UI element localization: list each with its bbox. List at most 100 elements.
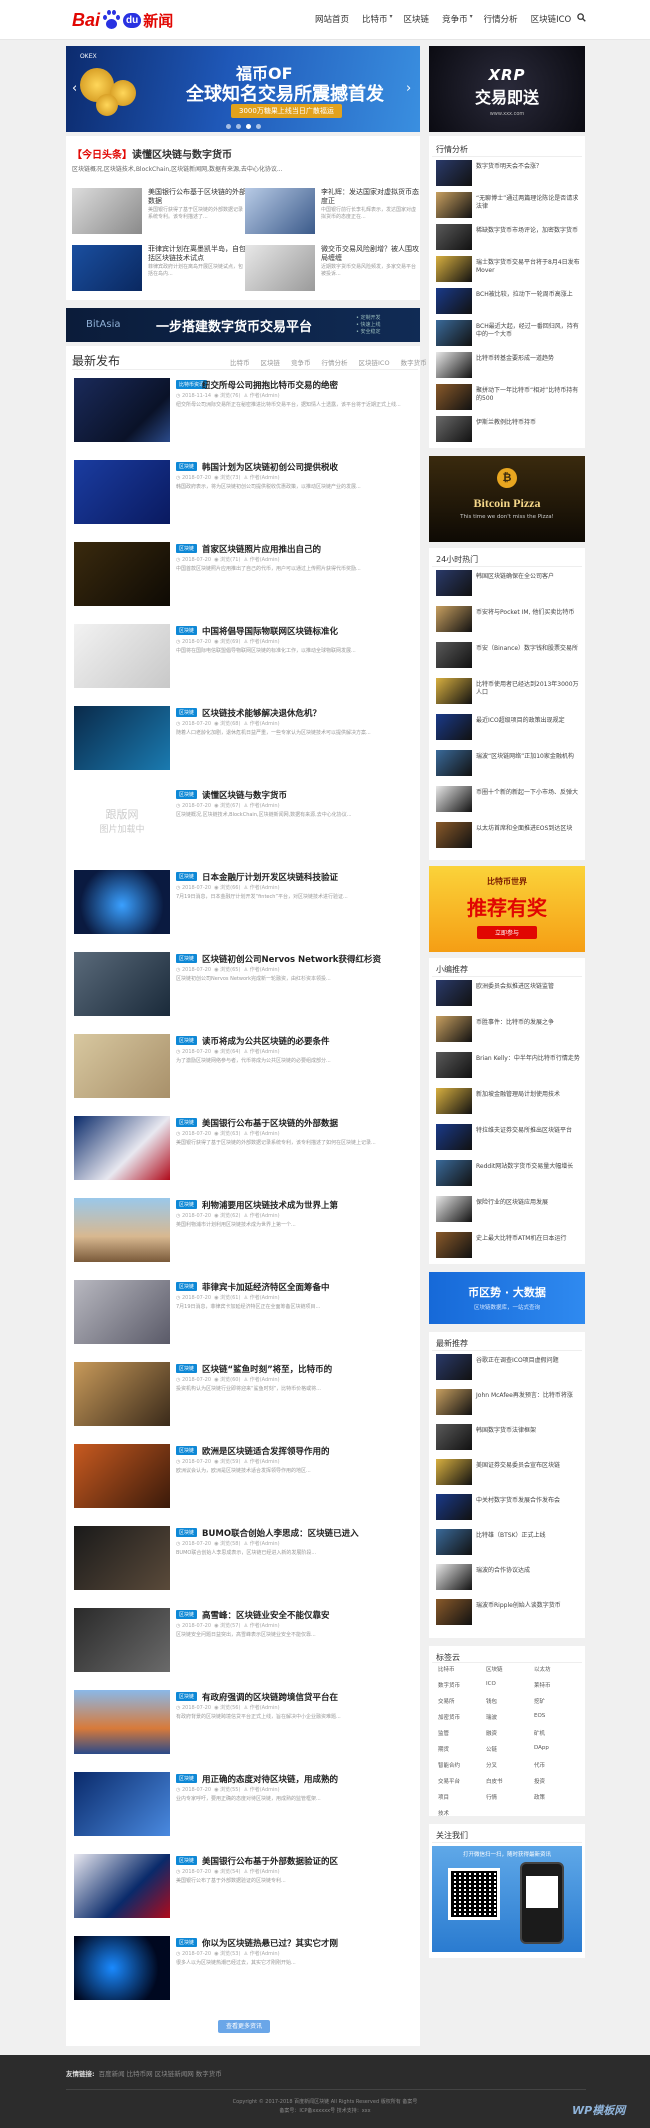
article-thumb[interactable] [74, 542, 170, 606]
article-title[interactable]: 读懂区块链与数字货币 [202, 789, 287, 801]
tag-link[interactable]: DApp [534, 1745, 549, 1751]
latest-tab[interactable]: 区块链ICO [359, 357, 390, 367]
tag-link[interactable]: 交易平台 [438, 1777, 460, 1785]
headline-title[interactable]: 【今日头条】读懂区块链与数字货币 [72, 146, 232, 161]
sidebar-item[interactable]: 美国证券交易委员会宣布区块链 [436, 1459, 582, 1487]
latest-tab[interactable]: 区块链 [261, 357, 281, 367]
next-arrow-icon[interactable]: › [406, 81, 411, 96]
sidebar-item[interactable]: 币圈十个新的新起一下小市场、反弹大 [436, 786, 582, 814]
prev-arrow-icon[interactable]: ‹ [72, 81, 77, 96]
nav-item[interactable]: 区块链 [404, 13, 430, 25]
sidebar-item[interactable]: “无聊博士”通过两篇理论陈论是否请求法律 [436, 192, 582, 220]
tag-link[interactable]: 投资 [534, 1777, 545, 1785]
tag-link[interactable]: ICO [486, 1681, 496, 1687]
sidebar-item[interactable]: 瑞士数字货币交易平台将于8月4日发布Mover [436, 256, 582, 284]
baidu-news-logo[interactable]: Bai du 新闻 [72, 9, 173, 31]
category-badge[interactable]: 区块链 [176, 544, 198, 553]
tag-link[interactable]: 代币 [534, 1761, 545, 1769]
article-item[interactable]: 区块链 高雪峰：区块链业安全不能仅靠安 ◷ 2018-07-20 ◉ 浏览(57) … [72, 1608, 418, 1680]
category-badge[interactable]: 区块链 [176, 1692, 198, 1701]
sidebar-item[interactable]: 中关村数字货币发展合作发布会 [436, 1494, 582, 1522]
category-badge[interactable]: 区块链 [176, 462, 198, 471]
tag-link[interactable]: 公链 [486, 1745, 497, 1753]
article-title[interactable]: 菲律宾卡加延经济特区全面筹备中 [202, 1281, 330, 1293]
category-badge[interactable]: 区块链 [176, 1036, 198, 1045]
tag-link[interactable]: 莱特币 [534, 1681, 551, 1689]
article-thumb[interactable] [74, 1690, 170, 1754]
article-thumb[interactable] [74, 1034, 170, 1098]
article-thumb[interactable] [74, 1444, 170, 1508]
tag-link[interactable]: 钱包 [486, 1697, 497, 1705]
article-title[interactable]: 高雪峰：区块链业安全不能仅靠安 [202, 1609, 330, 1621]
category-badge[interactable]: 区块链 [176, 708, 198, 717]
sidebar-item[interactable]: 币安将与Pocket IM, 他们买卖比特币 [436, 606, 582, 634]
tag-link[interactable]: 瑞波 [486, 1713, 497, 1721]
article-item[interactable]: 区块链 美国银行公布基于外部数据验证的区 ◷ 2018-07-20 ◉ 浏览(54)… [72, 1854, 418, 1926]
data-banner[interactable]: 币区势 · 大数据 区块链数据库，一站式查询 [429, 1272, 585, 1324]
tag-link[interactable]: 交易所 [438, 1697, 455, 1705]
category-badge[interactable]: 区块链 [176, 1774, 198, 1783]
sidebar-item[interactable]: 最近ICO超级项目的政策出现规定 [436, 714, 582, 742]
article-title[interactable]: 纽交所母公司拥抱比特币交易的绝密 [202, 379, 338, 391]
article-thumb[interactable] [74, 1116, 170, 1180]
latest-tab[interactable]: 数字货币 [401, 357, 427, 367]
sidebar-item[interactable]: 韩国区块链确保在全公司客户 [436, 570, 582, 598]
sidebar-item[interactable]: 伊斯兰教例比特币持币 [436, 416, 582, 444]
tag-link[interactable]: 智能合约 [438, 1761, 460, 1769]
bitcoin-pizza-ad[interactable]: ₿ Bitcoin Pizza This time we don't miss … [429, 456, 585, 542]
article-title[interactable]: 日本金融厅计划开发区块链科技验证 [202, 871, 338, 883]
tag-link[interactable]: 行情 [486, 1793, 497, 1801]
sidebar-item[interactable]: 瑞波币Ripple创始人谈数字货币 [436, 1599, 582, 1627]
slider-dots[interactable] [226, 124, 261, 129]
article-item[interactable]: 区块链 区块链初创公司Nervos Network获得红杉资 ◷ 2018-07-2… [72, 952, 418, 1024]
friend-links-list[interactable]: 百度新闻 比特币网 区块链新闻网 数字货币 [99, 2070, 222, 2078]
article-title[interactable]: 用正确的态度对待区块链，用成熟的 [202, 1773, 338, 1785]
nav-item[interactable]: 比特币 [362, 13, 388, 25]
category-badge[interactable]: 区块链 [176, 1282, 198, 1291]
tag-link[interactable]: EOS [534, 1713, 545, 1719]
article-title[interactable]: 欧洲是区块链适合发挥领导作用的 [202, 1445, 330, 1457]
chevron-down-icon[interactable]: ▾ [390, 13, 393, 25]
tag-link[interactable]: 挖矿 [534, 1697, 545, 1705]
tag-link[interactable]: 融资 [486, 1729, 497, 1737]
tag-link[interactable]: 监管 [438, 1729, 449, 1737]
sidebar-item[interactable]: 比特币转基金要形成一道趋势 [436, 352, 582, 380]
sidebar-item[interactable]: Brian Kelly：中半年内比特币行情走势 [436, 1052, 582, 1080]
article-item[interactable]: 区块链 欧洲是区块链适合发挥领导作用的 ◷ 2018-07-20 ◉ 浏览(59) … [72, 1444, 418, 1516]
article-item[interactable]: 区块链 菲律宾卡加延经济特区全面筹备中 ◷ 2018-07-20 ◉ 浏览(61) … [72, 1280, 418, 1352]
sidebar-item[interactable]: 欧洲委员会拟推进区块链监管 [436, 980, 582, 1008]
tag-link[interactable]: 加密货币 [438, 1713, 460, 1721]
article-title[interactable]: 有政府强调的区块链跨境信贷平台在 [202, 1691, 338, 1703]
sidebar-item[interactable]: 特拉维夫证券交易所推出区块链平台 [436, 1124, 582, 1152]
article-title[interactable]: 读币将成为公共区块链的必要条件 [202, 1035, 330, 1047]
tag-link[interactable]: 政策 [534, 1793, 545, 1801]
sidebar-item[interactable]: BCH被比较，拉动下一轮周币高涨上 [436, 288, 582, 316]
promo-ad[interactable]: 比特币世界 推荐有奖 立即参与 [429, 866, 585, 952]
sidebar-item[interactable]: 瑞波的合作协议达成 [436, 1564, 582, 1592]
article-thumb[interactable]: 跟版网 图片加载中 [74, 788, 170, 852]
category-badge[interactable]: 区块链 [176, 1528, 198, 1537]
article-item[interactable]: 区块链 区块链技术能够解决退休危机？ ◷ 2018-07-20 ◉ 浏览(68) ♙… [72, 706, 418, 778]
xrp-ad-banner[interactable]: XRP 交易即送 www.xxx.com [429, 46, 585, 132]
sidebar-item[interactable]: John McAfee再发预言：比特币将涨 [436, 1389, 582, 1417]
article-item[interactable]: 区块链 读币将成为公共区块链的必要条件 ◷ 2018-07-20 ◉ 浏览(64) … [72, 1034, 418, 1106]
article-title[interactable]: 中国将倡导国际物联网区块链标准化 [202, 625, 338, 637]
sidebar-item[interactable]: 以太坊首席和全面推进EOS到达区块 [436, 822, 582, 850]
category-badge[interactable]: 区块链 [176, 1856, 198, 1865]
sidebar-item[interactable]: 稀缺数字货币市场评论，加密数字货币 [436, 224, 582, 252]
sidebar-item[interactable]: 新加坡金融管理局计划使用技术 [436, 1088, 582, 1116]
nav-item[interactable]: 行情分析 [484, 13, 518, 25]
tag-link[interactable]: 白皮书 [486, 1777, 503, 1785]
article-thumb[interactable] [74, 378, 170, 442]
article-item[interactable]: 区块链 用正确的态度对待区块链，用成熟的 ◷ 2018-07-20 ◉ 浏览(55)… [72, 1772, 418, 1844]
article-thumb[interactable] [74, 1526, 170, 1590]
category-badge[interactable]: 区块链 [176, 1938, 198, 1947]
article-item[interactable]: 区块链 韩国计划为区块链初创公司提供税收 ◷ 2018-07-20 ◉ 浏览(73)… [72, 460, 418, 532]
article-item[interactable]: 区块链 首家区块链照片应用推出自己的 ◷ 2018-07-20 ◉ 浏览(71) ♙… [72, 542, 418, 614]
category-badge[interactable]: 区块链 [176, 1118, 198, 1127]
article-title[interactable]: 区块链技术能够解决退休危机？ [202, 707, 321, 719]
category-badge[interactable]: 区块链 [176, 1200, 198, 1209]
tag-link[interactable]: 矿机 [534, 1729, 545, 1737]
category-badge[interactable]: 区块链 [176, 626, 198, 635]
article-item[interactable]: 跟版网 图片加载中 区块链 读懂区块链与数字货币 ◷ 2018-07-20 ◉ 浏览(6… [72, 788, 418, 860]
